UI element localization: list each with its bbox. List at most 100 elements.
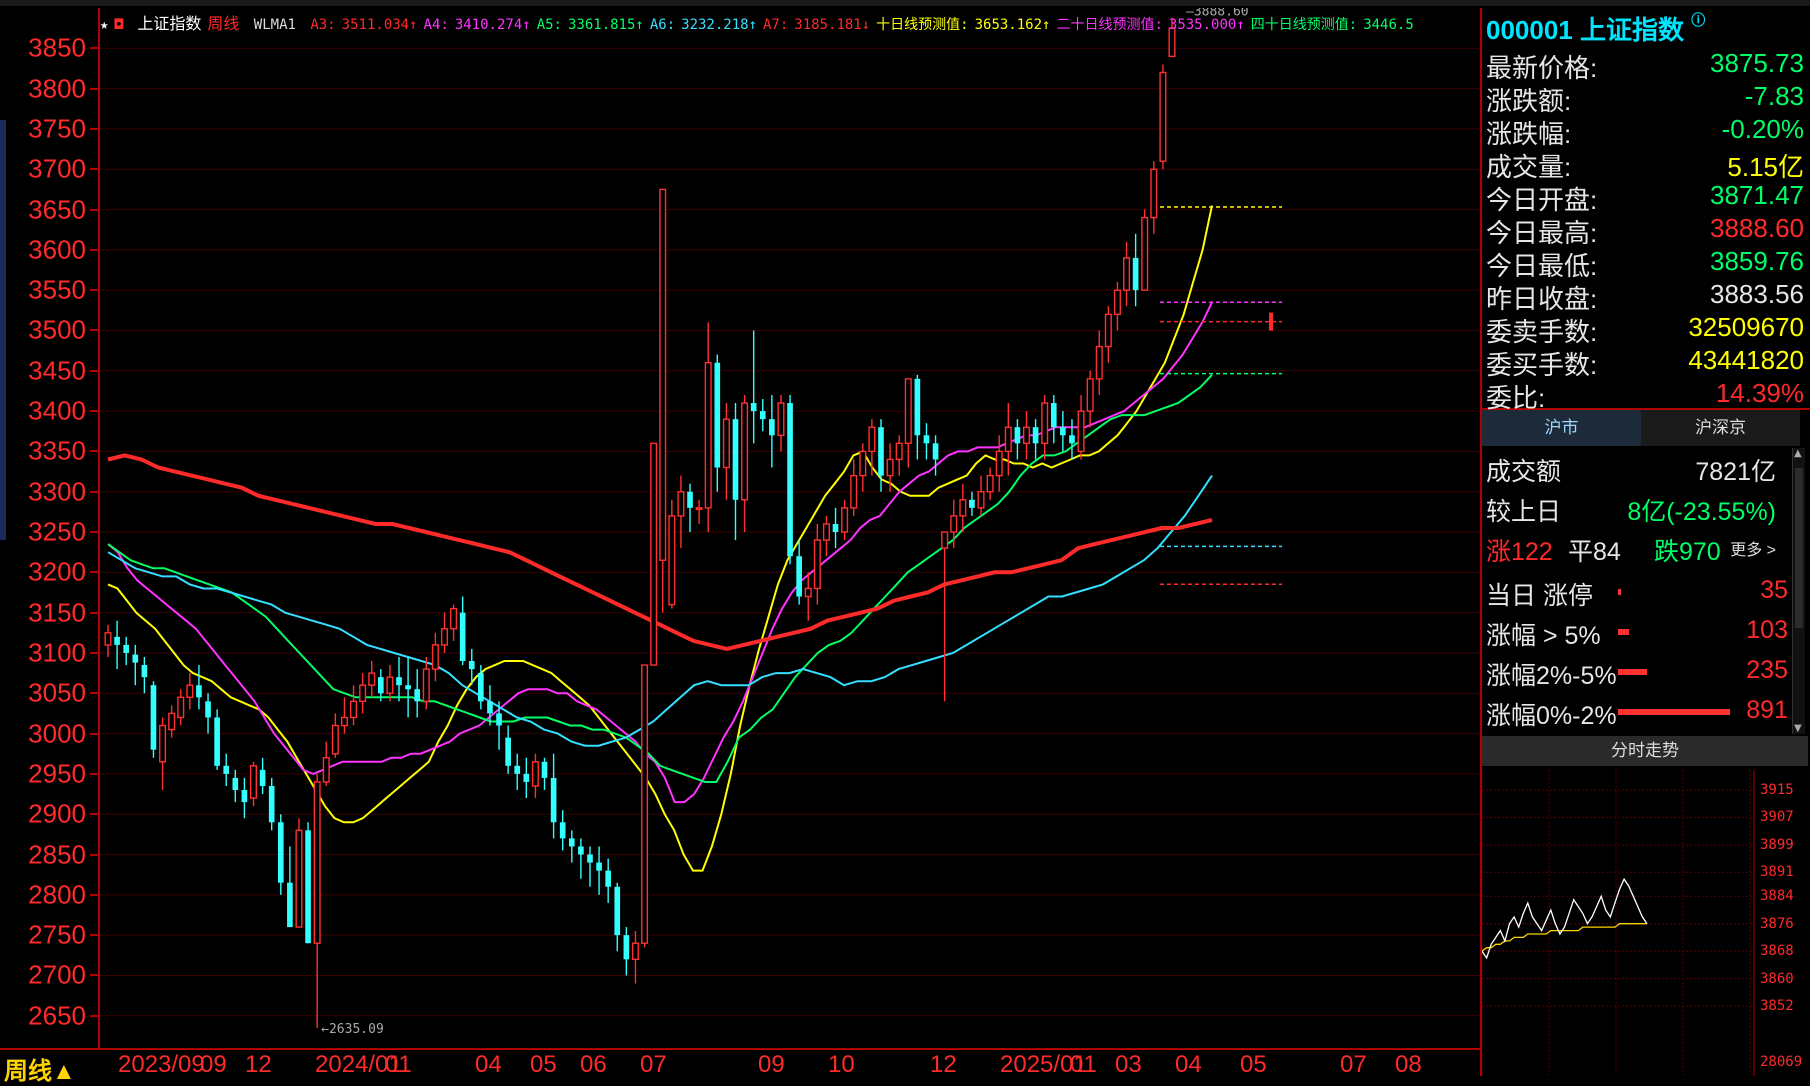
candle [777, 394, 785, 452]
legend-period[interactable]: 周线 [207, 14, 239, 33]
time-axis: 周线▲ 2023/09 09 12 2024/01 01 04 05 06 07 09 10 12 20… [0, 1048, 1480, 1085]
price-tickmark [90, 168, 98, 171]
candle-body [959, 499, 967, 517]
candle [787, 394, 793, 565]
stat-bar [1618, 629, 1630, 635]
intraday-chart[interactable]: 3915 3907 3899 3891 3884 3876 3868 3860 3852 2806… [1481, 770, 1808, 1076]
candle [523, 757, 530, 799]
quote-value: 3888.60 [1710, 213, 1804, 243]
candle-body [223, 765, 230, 774]
intraday-header[interactable]: 分时走势 [1482, 736, 1808, 766]
time-label: 05 [1240, 1051, 1267, 1078]
price-axis: 3850 3800 3750 3700 3650 3600 3550 3500 3450 3400… [0, 8, 100, 1048]
candle [1004, 403, 1012, 476]
candle-body [895, 442, 903, 461]
candle [741, 394, 749, 533]
more-link[interactable]: 更多 > [1730, 536, 1776, 560]
candle-body [1032, 427, 1039, 444]
market-stats: 成交额 7821亿 较上日 8亿(-23.55%) 涨122 平84 跌970 … [1482, 448, 1800, 732]
tab-all-markets[interactable]: 沪深京 [1641, 410, 1800, 446]
candle [995, 435, 1003, 492]
quote-row: 昨日收盘: 3883.56 [1486, 279, 1804, 314]
time-label: 09 [758, 1051, 785, 1078]
quote-label: 昨日收盘: [1486, 284, 1598, 314]
scroll-down-icon[interactable]: ▼ [1794, 723, 1802, 734]
stat-value: 103 [1746, 616, 1788, 644]
time-label: 03 [1115, 1051, 1142, 1078]
intraday-price-label: 3868 [1760, 943, 1794, 960]
period-selector[interactable]: 周线▲ [4, 1051, 76, 1086]
candle [605, 858, 611, 903]
stat-row: 涨幅2%-5% 235 [1486, 656, 1796, 692]
stat-value: 891 [1746, 696, 1788, 724]
candle [650, 442, 658, 666]
low-annotation: ←2635.09 [321, 1022, 384, 1037]
candle-body [186, 684, 194, 699]
candle-body [405, 685, 411, 690]
candle-body [468, 661, 475, 670]
candle [750, 330, 757, 444]
quote-label: 涨跌幅: [1486, 119, 1572, 149]
quote-value: 43441820 [1688, 345, 1804, 375]
quote-label: 委买手数: [1486, 350, 1598, 380]
legend-item-label: 四十日线预测值: [1250, 17, 1358, 33]
quote-row: 委比: 14.39% [1486, 378, 1804, 413]
price-tick: 3700 [28, 153, 86, 184]
tab-shanghai[interactable]: 沪市 [1482, 410, 1641, 446]
price-tick: 3800 [28, 73, 86, 104]
quote-row: 涨跌幅: -0.20% [1486, 114, 1804, 149]
candle [559, 810, 566, 851]
candle-body [832, 523, 839, 533]
stat-bar [1618, 589, 1621, 595]
candle [150, 681, 157, 758]
kline-chart[interactable]: —3888.60 ←2635.09 [100, 8, 1480, 1048]
candle [331, 713, 339, 758]
candle-body [941, 531, 949, 549]
candle-body [541, 761, 548, 778]
candle-body [1141, 216, 1149, 291]
quote-label: 委卖手数: [1486, 317, 1598, 347]
candle [450, 604, 458, 641]
time-label: 07 [640, 1051, 667, 1078]
intraday-price-label: 3891 [1760, 864, 1794, 881]
intraday-price-label: 3860 [1760, 970, 1794, 987]
candle [1104, 306, 1112, 363]
time-label: 08 [1395, 1051, 1422, 1078]
stock-code: 000001 [1486, 15, 1573, 45]
flat-count: 平84 [1568, 538, 1621, 566]
candle-body [268, 785, 275, 823]
candle [186, 673, 194, 710]
price-tick: 3600 [28, 234, 86, 265]
candle [177, 689, 185, 726]
legend-item-value: 3446.5 [1363, 17, 1414, 33]
turnover-row: 成交额 7821亿 [1486, 452, 1796, 488]
legend-item: A7: 3185.181↓ [763, 17, 870, 33]
candle-body [168, 712, 176, 731]
scroll-thumb[interactable] [1795, 468, 1803, 628]
candle-body [241, 790, 248, 803]
candle-body [614, 886, 621, 936]
kline-chart-svg[interactable]: —3888.60←2635.09 [100, 8, 1480, 1048]
info-icon[interactable]: ⓘ [1691, 12, 1705, 28]
time-label: 12 [245, 1051, 272, 1078]
intraday-price-label: 3876 [1760, 915, 1794, 932]
candle [396, 656, 402, 702]
candle [541, 757, 548, 791]
candle-body [141, 665, 148, 678]
candle-body [1150, 168, 1158, 219]
candle-body [904, 378, 912, 445]
candle [986, 467, 994, 500]
stats-scrollbar[interactable]: ▲ ▼ [1792, 448, 1805, 734]
candle-body [804, 587, 812, 598]
candle-body [340, 716, 348, 727]
left-dock-bar[interactable] [0, 120, 6, 540]
candle [305, 822, 311, 944]
scroll-up-icon[interactable]: ▲ [1794, 448, 1802, 459]
quote-value: 3859.76 [1710, 246, 1804, 276]
candle-body [205, 701, 211, 718]
price-tick: 3300 [28, 476, 86, 507]
candle [813, 523, 821, 605]
legend-item-label: A4: [423, 17, 449, 33]
candle [550, 753, 557, 839]
star-icon[interactable]: ★ [100, 17, 108, 33]
